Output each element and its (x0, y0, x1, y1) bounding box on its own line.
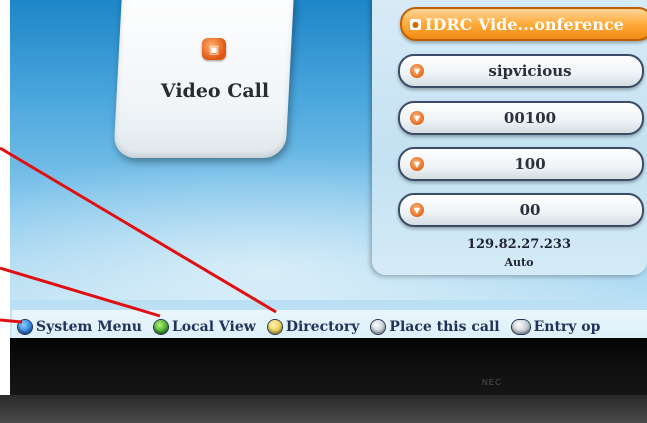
call-list-item-label: IDRC Vide...onference (425, 14, 624, 34)
tv-stand (0, 395, 647, 423)
option-button-icon (511, 320, 530, 334)
call-list-item-label: sipvicious (488, 62, 572, 80)
contact-icon: ▼ (410, 203, 424, 217)
connection-mode: Auto (504, 256, 534, 269)
conference-icon: ● (410, 18, 421, 30)
select-button-icon (371, 320, 386, 334)
ip-address: 129.82.27.233 (466, 237, 572, 252)
call-list-item-100[interactable]: ▼ 100 (398, 147, 644, 181)
hint-local-view[interactable]: Local View (148, 319, 256, 335)
hint-label: Local View (171, 319, 256, 335)
call-list-item-00[interactable]: ▼ 00 (398, 193, 644, 227)
hint-directory[interactable]: Directory (262, 319, 360, 335)
contact-icon: ▼ (410, 64, 424, 78)
contact-icon: ▼ (410, 157, 424, 171)
blue-button-icon (18, 320, 32, 334)
brand-logo: NEC (482, 378, 502, 387)
green-button-icon (153, 320, 168, 334)
call-list-item-label: 00100 (503, 109, 557, 127)
hint-entry-options[interactable]: Entry op (506, 319, 601, 335)
hint-label: System Menu (36, 319, 142, 335)
hint-place-call[interactable]: Place this call (365, 319, 500, 335)
video-call-label: Video Call (160, 80, 270, 102)
yellow-button-icon (267, 320, 282, 334)
hint-label: Place this call (389, 319, 500, 335)
hint-label: Entry op (533, 319, 601, 335)
video-call-tile[interactable] (113, 0, 295, 158)
call-list-item-label: 00 (519, 201, 541, 219)
contact-icon: ▼ (410, 111, 424, 125)
video-call-icon: ▣ (202, 38, 226, 60)
call-list-item-label: 100 (514, 155, 546, 173)
call-list-panel (372, 0, 647, 275)
hint-system-menu[interactable]: System Menu (12, 319, 142, 335)
hint-label: Directory (285, 319, 360, 335)
call-list-item-conference[interactable]: ● IDRC Vide...onference (400, 7, 647, 41)
call-list-item-sipvicious[interactable]: ▼ sipvicious (398, 54, 644, 88)
call-list-item-00100[interactable]: ▼ 00100 (398, 101, 644, 135)
